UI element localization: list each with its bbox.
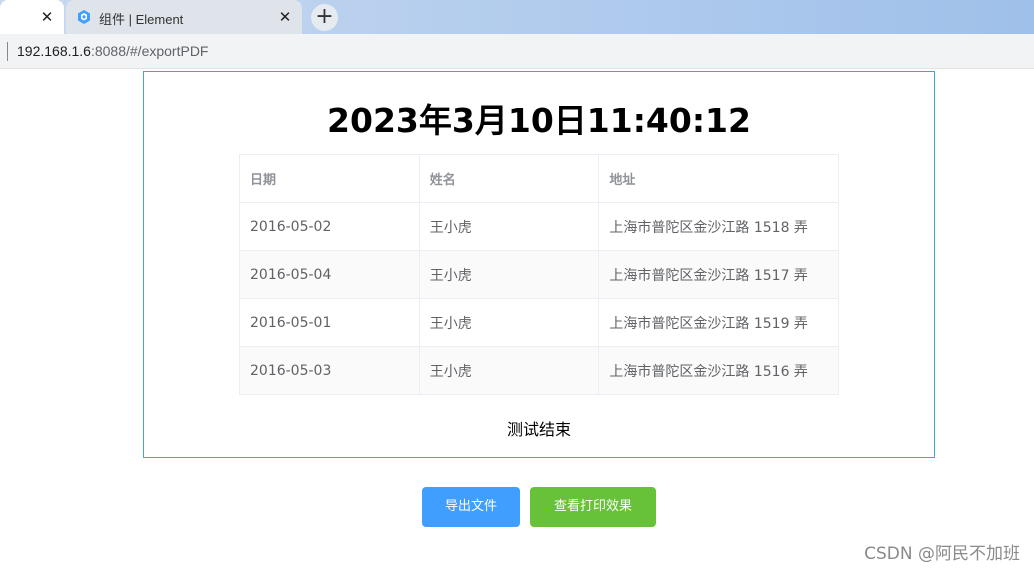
cell-address: 上海市普陀区金沙江路 1516 弄 bbox=[598, 346, 839, 395]
cell-date: 2016-05-02 bbox=[239, 202, 420, 251]
cell-address: 上海市普陀区金沙江路 1517 弄 bbox=[598, 250, 839, 299]
address-divider bbox=[7, 42, 8, 61]
url-path: :8088/#/exportPDF bbox=[90, 43, 209, 59]
close-icon[interactable]: ✕ bbox=[276, 8, 294, 26]
cell-date: 2016-05-03 bbox=[239, 346, 420, 395]
cell-name: 王小虎 bbox=[418, 202, 600, 251]
print-preview-button[interactable]: 查看打印效果 bbox=[530, 487, 656, 527]
page-title-clock: 2023年3月10日11:40:12 bbox=[327, 101, 751, 140]
tab-element[interactable]: 组件 | Element ✕ bbox=[66, 0, 302, 34]
cell-name: 王小虎 bbox=[418, 346, 600, 395]
column-header-date: 日期 bbox=[239, 154, 420, 203]
url-host: 192.168.1.6 bbox=[17, 43, 91, 59]
table-row: 2016-05-02 王小虎 上海市普陀区金沙江路 1518 弄 bbox=[239, 202, 839, 251]
table-row: 2016-05-01 王小虎 上海市普陀区金沙江路 1519 弄 bbox=[239, 298, 839, 347]
element-favicon-icon bbox=[78, 10, 90, 24]
tab-title: 组件 | Element bbox=[99, 12, 184, 27]
cell-date: 2016-05-01 bbox=[239, 298, 420, 347]
cell-name: 王小虎 bbox=[418, 298, 600, 347]
data-table: 日期 姓名 地址 2016-05-02 王小虎 上海市普陀区金沙江路 1518 … bbox=[239, 154, 839, 395]
url-field[interactable]: 192.168.1.6:8088/#/exportPDF bbox=[17, 43, 208, 59]
address-bar[interactable]: 192.168.1.6:8088/#/exportPDF bbox=[0, 34, 1034, 69]
footer-text: 测试结束 bbox=[506, 420, 571, 439]
cell-address: 上海市普陀区金沙江路 1519 弄 bbox=[598, 298, 839, 347]
cell-address: 上海市普陀区金沙江路 1518 弄 bbox=[598, 202, 839, 251]
new-tab-button[interactable]: + bbox=[311, 4, 338, 31]
browser-tab-bar: ✕ 组件 | Element ✕ + bbox=[0, 0, 1034, 34]
close-icon[interactable]: ✕ bbox=[38, 8, 56, 26]
watermark: CSDN @阿民不加班 bbox=[864, 544, 1020, 564]
print-area: 2023年3月10日11:40:12 日期 姓名 地址 2016-05-02 王… bbox=[143, 71, 935, 458]
table-row: 2016-05-04 王小虎 上海市普陀区金沙江路 1517 弄 bbox=[239, 250, 839, 299]
cell-date: 2016-05-04 bbox=[239, 250, 420, 299]
cell-name: 王小虎 bbox=[418, 250, 600, 299]
column-header-address: 地址 bbox=[598, 154, 839, 203]
tab-active[interactable]: ✕ bbox=[0, 0, 64, 34]
table-header-row: 日期 姓名 地址 bbox=[239, 154, 839, 203]
table-row: 2016-05-03 王小虎 上海市普陀区金沙江路 1516 弄 bbox=[239, 346, 839, 395]
export-file-button[interactable]: 导出文件 bbox=[422, 487, 520, 527]
column-header-name: 姓名 bbox=[418, 154, 600, 203]
